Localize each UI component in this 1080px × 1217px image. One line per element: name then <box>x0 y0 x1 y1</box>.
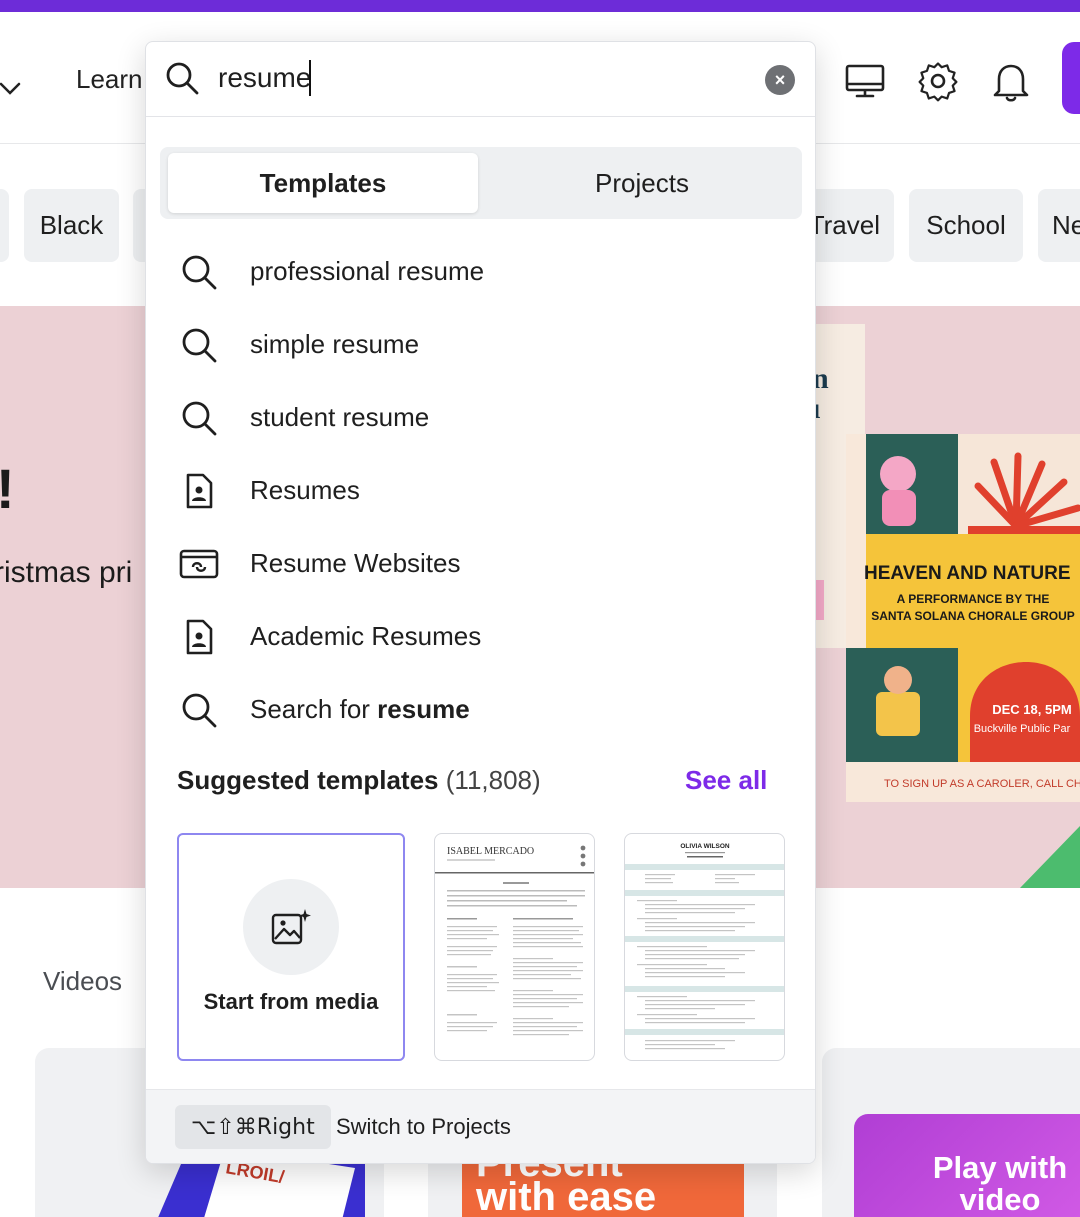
search-dropdown: × Templates Projects professional resume… <box>145 41 816 1164</box>
suggestion-label: student resume <box>250 402 430 432</box>
resume-template-thumbnail: OLIVIA WILSON <box>625 843 784 1050</box>
document-person-icon <box>186 473 213 509</box>
suggestion-item[interactable]: Academic Resumes <box>146 601 815 674</box>
search-for-item[interactable]: Search for resume <box>146 674 815 747</box>
gear-icon[interactable] <box>915 58 961 104</box>
filter-chip[interactable] <box>0 189 9 262</box>
suggestion-label: Resumes <box>250 475 360 505</box>
poster-line2: SANTA SOLANA CHORALE GROUP <box>871 609 1075 623</box>
desktop-icon[interactable] <box>842 58 888 104</box>
tab-projects[interactable]: Projects <box>487 153 797 213</box>
poster-date: DEC 18, 5PM <box>992 702 1071 717</box>
search-icon <box>182 401 217 436</box>
hero-decoration <box>1020 826 1080 888</box>
suggested-templates-title: Suggested templates <box>177 765 439 795</box>
hero-exclaim: ! <box>0 456 15 521</box>
suggestion-item[interactable]: Resumes <box>146 455 815 528</box>
poster-line1: A PERFORMANCE BY THE <box>897 592 1050 606</box>
poster-title: HEAVEN AND NATURE <box>864 563 1071 584</box>
suggestion-item[interactable]: professional resume <box>146 236 815 309</box>
website-icon <box>179 549 219 579</box>
hero-subtitle: ristmas pri <box>0 556 133 589</box>
search-icon <box>182 255 217 290</box>
suggestion-label: simple resume <box>250 329 420 359</box>
search-for-label: Search for resume <box>250 694 470 725</box>
poster-footer: TO SIGN UP AS A CAROLER, CALL CHIDI E <box>884 778 1080 790</box>
present-caption-line2: with ease <box>476 1175 657 1217</box>
filter-chip-black[interactable]: Black <box>24 189 119 262</box>
suggestion-item[interactable]: student resume <box>146 382 815 455</box>
start-from-media-label: Start from media <box>203 989 379 1014</box>
suggestion-item[interactable]: simple resume <box>146 309 815 382</box>
resume-template-thumbnail: ISABEL MERCADO <box>435 845 594 1036</box>
suggested-templates-count: (11,808) <box>445 765 541 795</box>
nav-learn[interactable]: Learn <box>76 64 143 95</box>
clear-search-button[interactable]: × <box>765 65 795 95</box>
search-icon <box>182 328 217 363</box>
switch-to-projects-hint[interactable]: Switch to Projects <box>336 1114 511 1140</box>
bell-icon[interactable] <box>988 58 1034 104</box>
search-input[interactable] <box>218 58 738 98</box>
search-icon <box>166 62 199 95</box>
text-caret <box>309 60 311 96</box>
suggested-templates-heading: Suggested templates (11,808) <box>177 765 541 796</box>
search-for-prefix: Search for <box>250 694 378 724</box>
image-sparkle-icon <box>271 909 311 945</box>
event-poster-image: HEAVEN AND NATURE A PERFORMANCE BY THE S… <box>846 434 1080 802</box>
poster-venue: Buckville Public Par <box>974 723 1071 735</box>
hero-decoration <box>816 580 824 620</box>
section-videos-heading: Videos <box>43 966 123 996</box>
template-name: ISABEL MERCADO <box>447 846 534 857</box>
suggestion-label: professional resume <box>250 256 485 286</box>
play-caption-line2: video <box>959 1182 1041 1217</box>
keyboard-shortcut: ⌥⇧⌘Right <box>175 1105 331 1149</box>
see-all-link[interactable]: See all <box>685 765 767 796</box>
play-caption-line1: Play with <box>932 1150 1068 1185</box>
dropdown-footer: ⌥⇧⌘Right Switch to Projects <box>146 1089 815 1163</box>
create-design-button[interactable] <box>1062 42 1080 114</box>
suggestion-item[interactable]: Resume Websites <box>146 528 815 601</box>
chevron-down-icon[interactable] <box>0 74 22 104</box>
play-caption: Play with video <box>920 1152 1080 1216</box>
document-person-icon <box>186 619 213 655</box>
suggestion-label: Academic Resumes <box>250 621 482 651</box>
filter-chip-school[interactable]: School <box>909 189 1023 262</box>
top-accent-bar <box>0 0 1080 12</box>
template-name: OLIVIA WILSON <box>680 843 730 850</box>
suggestion-label: Resume Websites <box>250 548 461 578</box>
search-tabs: Templates Projects <box>160 147 802 219</box>
filter-chip-new[interactable]: Ne <box>1038 189 1080 262</box>
search-icon <box>182 693 217 728</box>
search-bar: × <box>146 42 815 117</box>
template-card[interactable]: OLIVIA WILSON <box>624 833 785 1061</box>
search-for-term: resume <box>377 694 470 724</box>
close-icon: × <box>774 69 786 90</box>
start-from-media-card[interactable]: Start from media <box>177 833 405 1061</box>
tab-templates[interactable]: Templates <box>168 153 478 213</box>
media-icon-circle <box>243 879 339 975</box>
template-card[interactable]: ISABEL MERCADO <box>434 833 595 1061</box>
